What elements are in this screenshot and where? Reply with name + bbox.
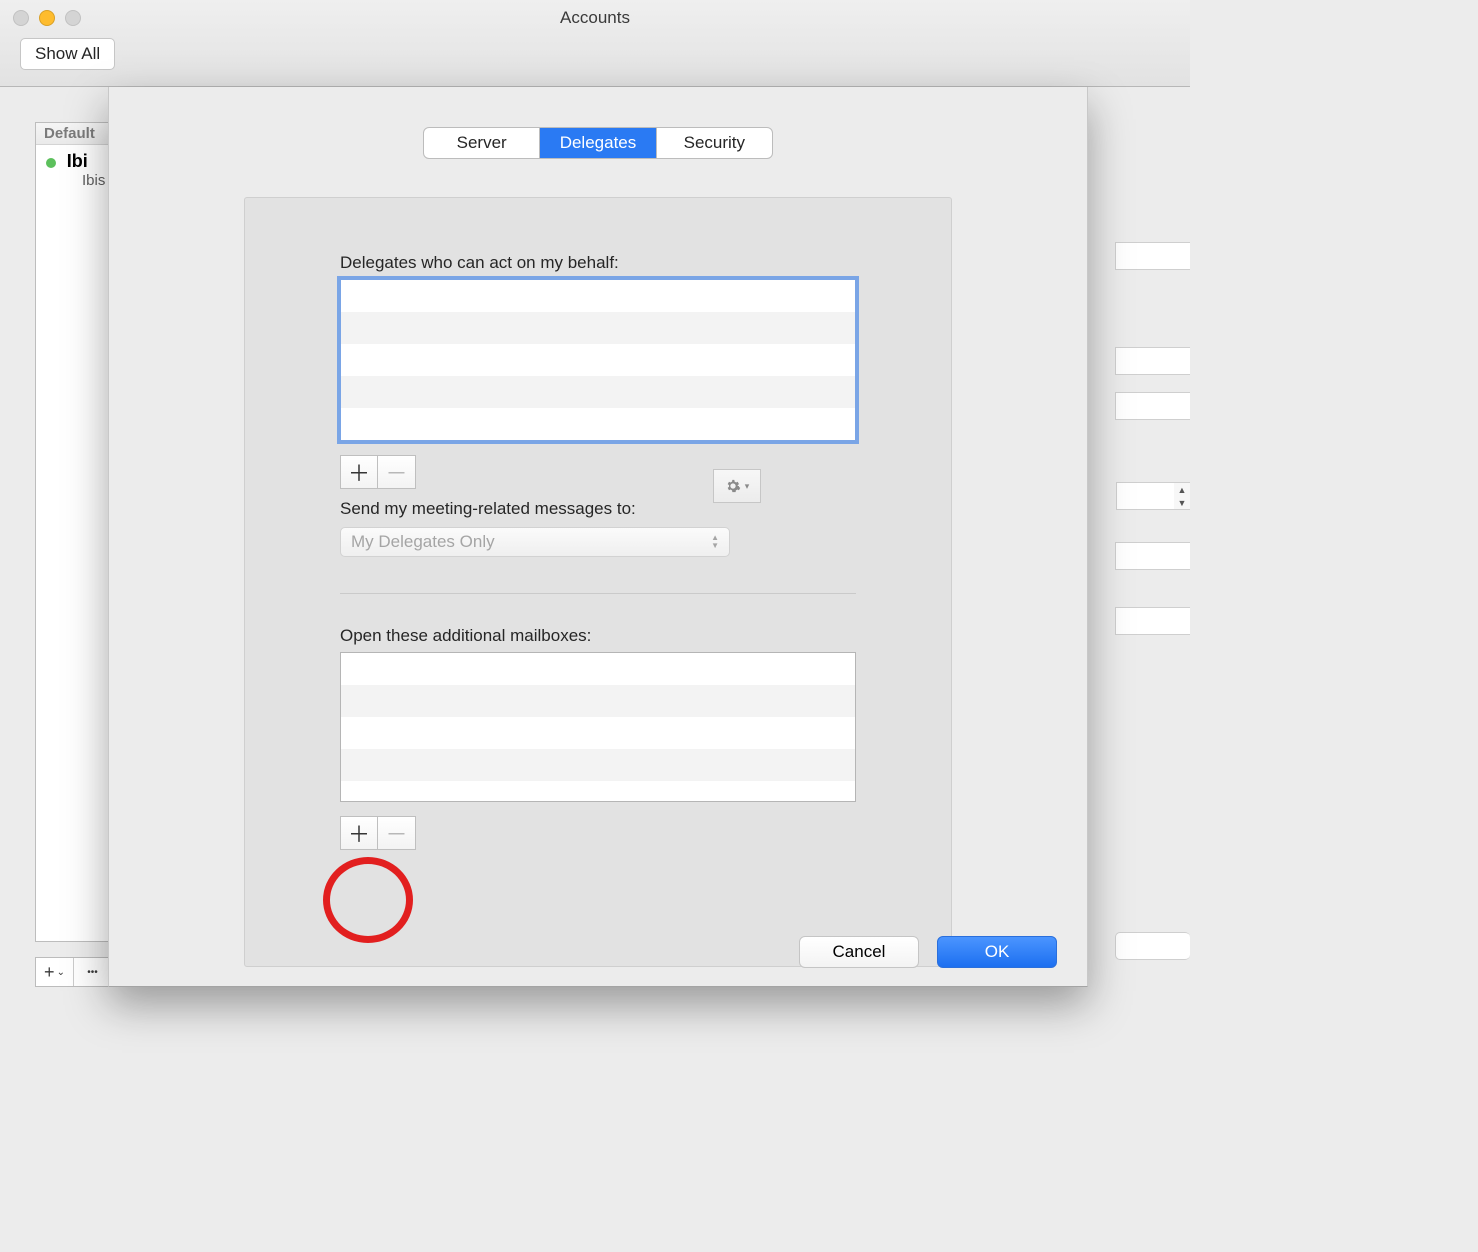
remove-mailbox-button[interactable]: －: [378, 816, 416, 850]
gear-icon: [725, 478, 741, 494]
window-title: Accounts: [0, 8, 1190, 28]
plus-icon: ＋: [348, 817, 370, 849]
background-field: [1115, 542, 1190, 570]
remove-delegate-button[interactable]: －: [378, 455, 416, 489]
add-mailbox-button[interactable]: ＋: [340, 816, 378, 850]
plus-icon: +: [44, 962, 55, 983]
accounts-window: Accounts Show All Default Ibi Ibis + ⌄ •…: [0, 0, 1190, 1008]
cancel-button[interactable]: Cancel: [799, 936, 919, 968]
sidebar-footer-controls: + ⌄ •••: [35, 957, 113, 987]
minus-icon: －: [385, 456, 407, 488]
list-row[interactable]: [341, 685, 855, 717]
titlebar: Accounts Show All: [0, 0, 1190, 87]
send-to-label: Send my meeting-related messages to:: [340, 499, 856, 519]
divider: [340, 593, 856, 594]
background-button: [1115, 932, 1190, 960]
list-row[interactable]: [341, 280, 855, 312]
sheet-buttons: Cancel OK: [799, 936, 1057, 968]
tab-security[interactable]: Security: [657, 128, 772, 158]
advanced-sheet: Server Delegates Security Delegates who …: [108, 87, 1088, 987]
list-row[interactable]: [341, 376, 855, 408]
list-row[interactable]: [341, 344, 855, 376]
list-row[interactable]: [341, 408, 855, 440]
sidebar-settings-button[interactable]: •••: [74, 958, 112, 986]
list-row[interactable]: [341, 653, 855, 685]
ok-button[interactable]: OK: [937, 936, 1057, 968]
caret-icon: ⌄: [57, 967, 65, 978]
list-row[interactable]: [341, 717, 855, 749]
delegate-options-button[interactable]: ▾: [713, 469, 761, 503]
annotation-circle: [323, 857, 413, 943]
chevron-down-icon: ▾: [745, 481, 750, 492]
delegates-panel: Delegates who can act on my behalf: ＋ －: [244, 197, 952, 967]
list-row[interactable]: [341, 312, 855, 344]
show-all-button[interactable]: Show All: [20, 38, 115, 70]
mailboxes-label: Open these additional mailboxes:: [340, 626, 856, 646]
delegates-list[interactable]: [340, 279, 856, 441]
plus-icon: ＋: [348, 456, 370, 488]
stepper-icon: ▲▼: [1174, 482, 1190, 510]
tab-server[interactable]: Server: [424, 128, 540, 158]
background-field: [1115, 347, 1190, 375]
mailboxes-plusminus: ＋ －: [340, 816, 856, 850]
background-field: [1115, 242, 1190, 270]
updown-icon: ▲▼: [711, 534, 719, 550]
background-field: [1115, 607, 1190, 635]
list-row[interactable]: [341, 749, 855, 781]
tab-delegates[interactable]: Delegates: [540, 128, 656, 158]
select-value: My Delegates Only: [351, 532, 495, 552]
mailboxes-list[interactable]: [340, 652, 856, 802]
background-field: [1115, 392, 1190, 420]
delegates-label: Delegates who can act on my behalf:: [340, 253, 856, 273]
tab-control: Server Delegates Security: [423, 127, 773, 159]
send-to-select[interactable]: My Delegates Only ▲▼: [340, 527, 730, 557]
status-indicator-icon: [46, 158, 56, 168]
add-delegate-button[interactable]: ＋: [340, 455, 378, 489]
sidebar-add-button[interactable]: + ⌄: [36, 958, 74, 986]
account-name: Ibi: [67, 151, 88, 171]
list-row[interactable]: [341, 781, 855, 803]
delegates-plusminus: ＋ －: [340, 455, 856, 489]
minus-icon: －: [385, 817, 407, 849]
